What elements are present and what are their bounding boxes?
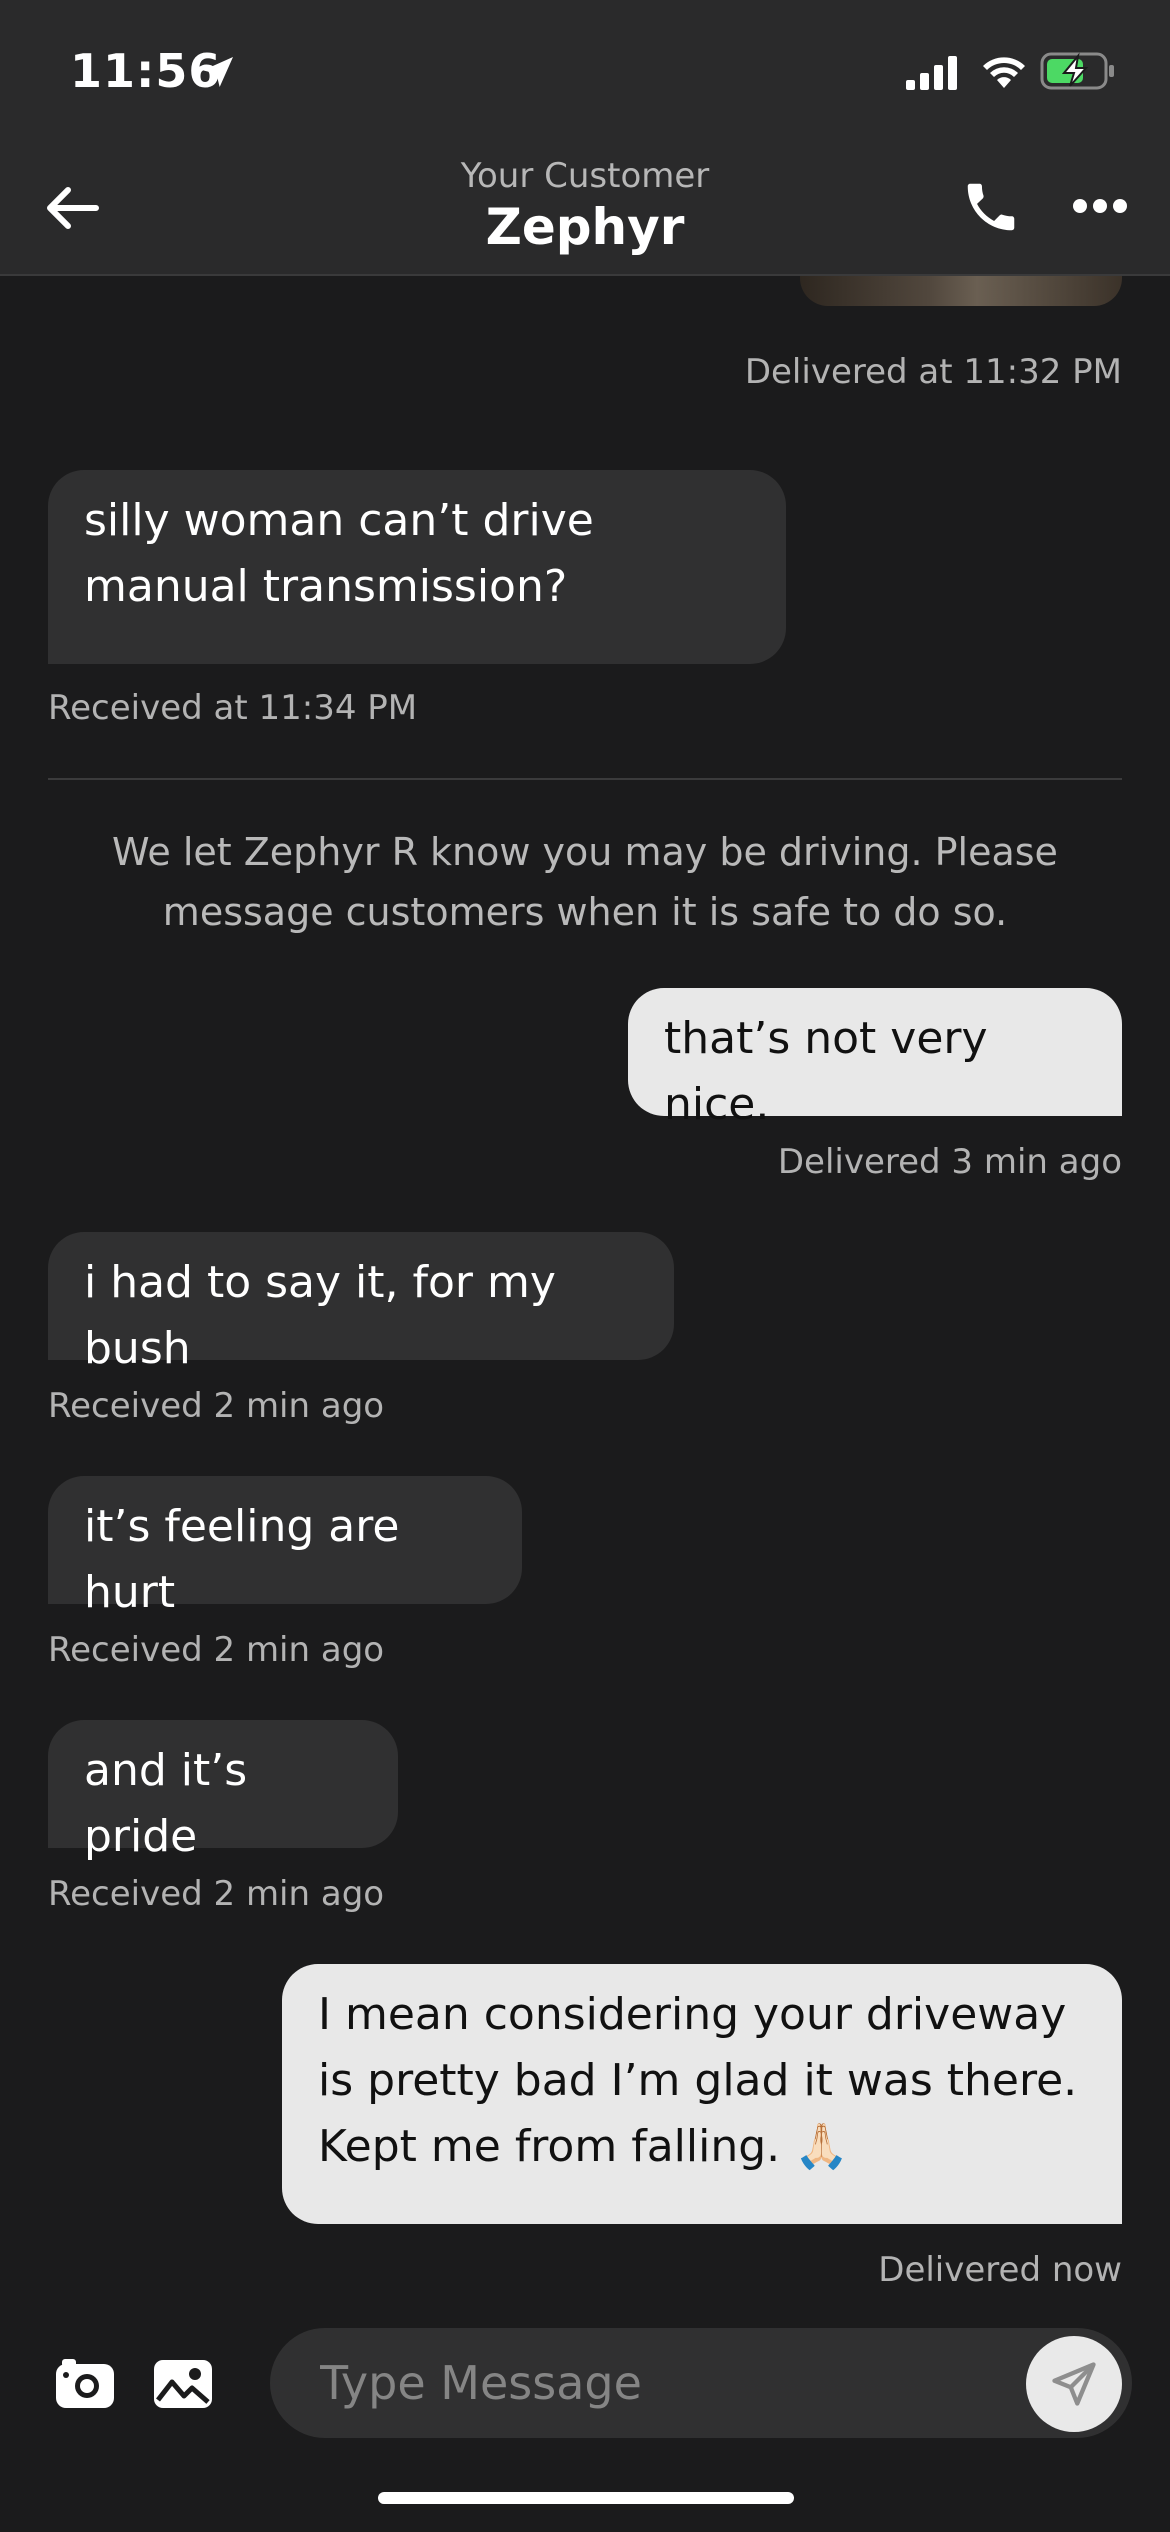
photo-attachment[interactable]: [800, 276, 1122, 306]
send-button[interactable]: [1026, 2336, 1122, 2432]
incoming-message[interactable]: i had to say it, for my bush: [48, 1232, 674, 1374]
message-list[interactable]: Delivered at 11:32 PM silly woman can’t …: [0, 276, 1170, 2316]
incoming-message[interactable]: and it’s pride: [48, 1720, 398, 1862]
location-arrow-icon: [203, 57, 233, 87]
delivery-status: Delivered 3 min ago: [777, 1142, 1122, 1182]
outgoing-message[interactable]: that’s not very nice.: [628, 988, 1122, 1130]
more-options-icon[interactable]: [1072, 196, 1128, 216]
send-icon: [1052, 2362, 1096, 2406]
camera-icon[interactable]: [54, 2358, 116, 2410]
driving-notice: We let Zephyr R know you may be driving.…: [112, 830, 1058, 934]
outgoing-message[interactable]: I mean considering your driveway is pret…: [282, 1964, 1122, 2224]
divider: [48, 778, 1122, 780]
photo-gallery-icon[interactable]: [152, 2358, 214, 2410]
delivery-status: Delivered now: [878, 2250, 1122, 2290]
conversation-header: Your Customer Zephyr: [0, 140, 1170, 276]
cellular-signal-icon: [906, 56, 957, 90]
received-status: Received 2 min ago: [48, 1630, 385, 1670]
battery-charging-icon: [1040, 52, 1114, 90]
incoming-message[interactable]: silly woman can’t drive manual transmiss…: [48, 470, 786, 664]
received-status: Received 2 min ago: [48, 1386, 385, 1426]
delivery-status: Delivered at 11:32 PM: [744, 352, 1122, 392]
phone-icon[interactable]: [960, 176, 1022, 238]
message-input[interactable]: [270, 2328, 1132, 2438]
received-status: Received at 11:34 PM: [48, 688, 418, 728]
home-indicator: [378, 2492, 794, 2504]
status-bar: 11:56: [0, 0, 1170, 140]
wifi-icon: [983, 57, 1025, 88]
incoming-message[interactable]: it’s feeling are hurt: [48, 1476, 522, 1618]
received-status: Received 2 min ago: [48, 1874, 385, 1914]
